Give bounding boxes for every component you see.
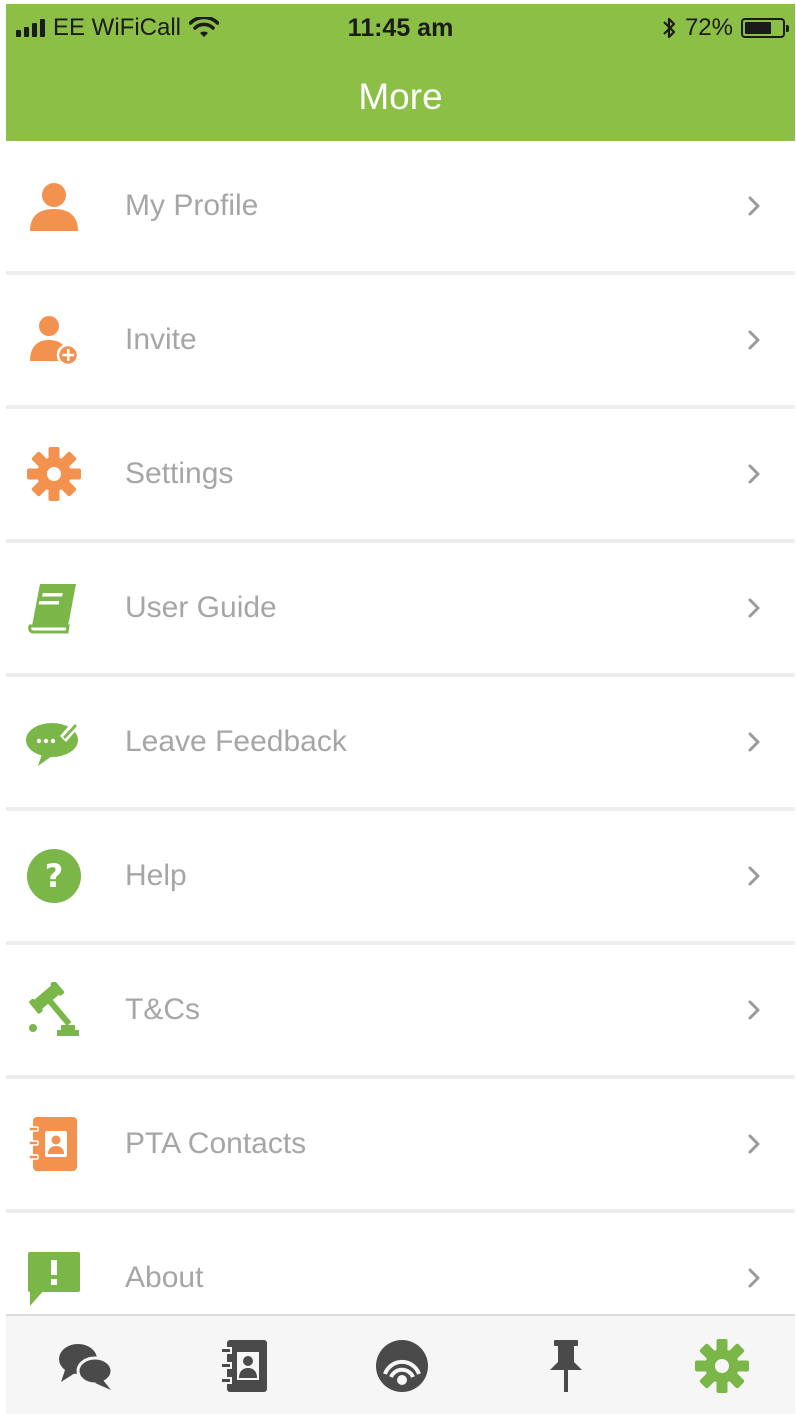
chevron-right-icon	[748, 1268, 760, 1288]
chevron-right-icon	[748, 732, 760, 752]
broadcast-icon	[376, 1340, 428, 1392]
menu-item-terms[interactable]: T&Cs	[6, 945, 795, 1079]
app-screen: EE WiFiCall 11:45 am 72% More My Profile…	[6, 4, 795, 1414]
exclamation-bubble-icon	[24, 1248, 84, 1308]
menu-item-label: My Profile	[125, 189, 259, 222]
chat-bubbles-icon	[59, 1344, 114, 1390]
tab-pinned[interactable]	[536, 1336, 596, 1396]
address-book-icon	[220, 1340, 267, 1392]
book-icon	[24, 578, 84, 638]
tab-contacts[interactable]	[214, 1336, 274, 1396]
profile-icon	[24, 176, 84, 236]
more-menu-list: My Profile Invite Settings User Guide Le…	[6, 141, 795, 1347]
chevron-right-icon	[748, 196, 760, 216]
menu-item-label: Leave Feedback	[125, 725, 347, 758]
menu-item-label: User Guide	[125, 591, 277, 624]
contacts-book-icon	[24, 1114, 84, 1174]
bluetooth-icon	[663, 17, 676, 39]
menu-item-label: Invite	[125, 323, 197, 356]
menu-item-invite[interactable]: Invite	[6, 275, 795, 409]
header-bar: EE WiFiCall 11:45 am 72% More	[6, 4, 795, 141]
svg-text:?: ?	[45, 857, 64, 895]
menu-item-help[interactable]: ? Help	[6, 811, 795, 945]
chevron-right-icon	[748, 330, 760, 350]
gear-icon	[695, 1339, 749, 1393]
chevron-right-icon	[748, 866, 760, 886]
menu-item-pta-contacts[interactable]: PTA Contacts	[6, 1079, 795, 1213]
battery-icon	[741, 18, 789, 38]
tab-chats[interactable]	[56, 1336, 116, 1396]
chevron-right-icon	[748, 598, 760, 618]
menu-item-my-profile[interactable]: My Profile	[6, 141, 795, 275]
menu-item-label: Help	[125, 859, 187, 892]
menu-item-label: T&Cs	[125, 993, 200, 1026]
menu-item-label: Settings	[125, 457, 234, 490]
feedback-bubble-icon	[24, 712, 84, 772]
battery-level	[745, 22, 771, 34]
tab-broadcast[interactable]	[372, 1336, 432, 1396]
chevron-right-icon	[748, 1134, 760, 1154]
status-right: 72%	[661, 14, 789, 42]
bottom-tab-bar	[6, 1314, 795, 1414]
menu-item-label: PTA Contacts	[125, 1127, 307, 1160]
page-title: More	[358, 76, 443, 117]
battery-percent: 72%	[684, 14, 733, 41]
gear-icon	[24, 444, 84, 504]
status-bar: EE WiFiCall 11:45 am 72%	[6, 4, 795, 52]
menu-item-user-guide[interactable]: User Guide	[6, 543, 795, 677]
gavel-icon	[24, 980, 84, 1040]
menu-item-settings[interactable]: Settings	[6, 409, 795, 543]
chevron-right-icon	[748, 1000, 760, 1020]
tab-settings[interactable]	[692, 1336, 752, 1396]
chevron-right-icon	[748, 464, 760, 484]
invite-user-icon	[24, 310, 84, 370]
pin-icon	[550, 1340, 582, 1392]
menu-item-label: About	[125, 1261, 204, 1294]
question-icon: ?	[24, 846, 84, 906]
menu-item-leave-feedback[interactable]: Leave Feedback	[6, 677, 795, 811]
